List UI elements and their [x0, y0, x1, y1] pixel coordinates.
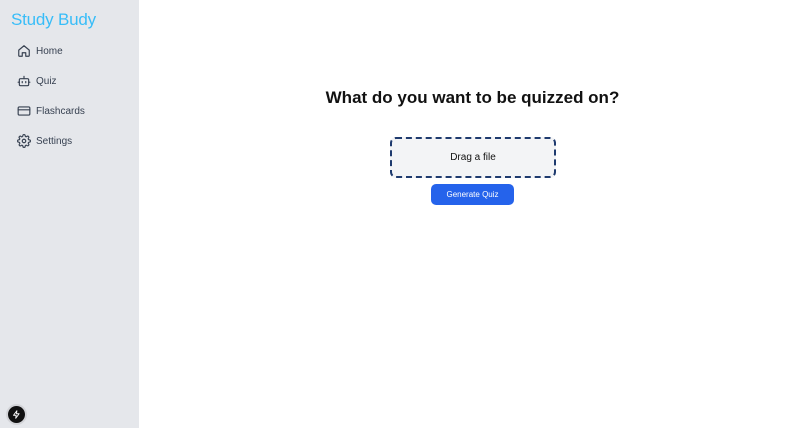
card-icon — [17, 104, 31, 118]
page-title: What do you want to be quizzed on? — [325, 88, 620, 107]
lightning-icon — [13, 410, 20, 419]
sidebar-item-home[interactable]: Home — [0, 36, 139, 66]
brand-title[interactable]: Study Budy — [11, 10, 96, 30]
sidebar-item-flashcards[interactable]: Flashcards — [0, 96, 139, 126]
sidebar-item-quiz[interactable]: Quiz — [0, 66, 139, 96]
app: Study Budy Home Quiz Flashcards Settings… — [0, 0, 806, 428]
file-dropzone[interactable]: Drag a file — [390, 137, 556, 178]
main-content: What do you want to be quizzed on? Drag … — [139, 0, 806, 428]
sidebar-item-label: Quiz — [36, 75, 57, 87]
home-icon — [17, 44, 31, 58]
sidebar-item-label: Flashcards — [36, 105, 85, 117]
gear-icon — [17, 134, 31, 148]
lightning-badge-button[interactable] — [8, 406, 25, 423]
sidebar-item-label: Settings — [36, 135, 73, 147]
sidebar-item-settings[interactable]: Settings — [0, 126, 139, 156]
dropzone-label: Drag a file — [450, 152, 496, 163]
sidebar-nav: Home Quiz Flashcards Settings — [0, 36, 139, 156]
generate-quiz-button[interactable]: Generate Quiz — [431, 184, 514, 205]
sidebar: Study Budy Home Quiz Flashcards Settings — [0, 0, 139, 428]
sidebar-item-label: Home — [36, 45, 63, 57]
robot-icon — [17, 74, 31, 88]
